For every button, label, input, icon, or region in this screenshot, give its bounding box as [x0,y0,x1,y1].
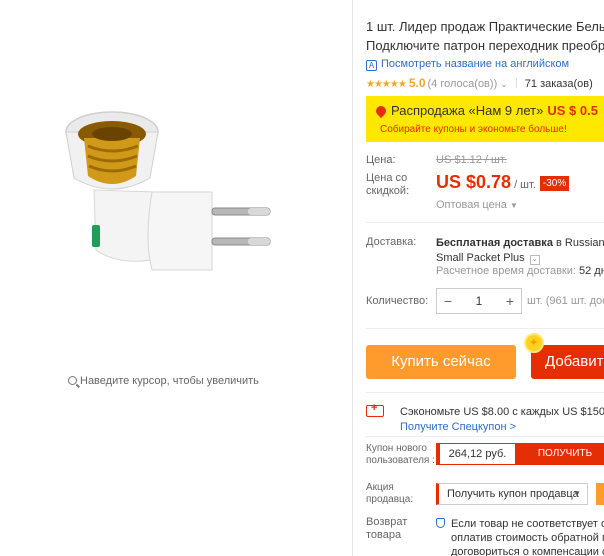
delivery-time: Расчетное время доставки: 52 дн. [436,265,604,277]
new-user-coupon: 264,12 руб. ПОЛУЧИТЬ [436,443,604,465]
quantity-input[interactable]: 1 [459,289,499,313]
coin-icon [524,333,544,353]
shield-icon [436,518,445,528]
special-coupon-link[interactable]: Получите Спецкупон > [400,421,516,433]
divider [366,222,604,223]
get-coupon-button[interactable]: ПОЛУЧИТЬ [515,444,604,464]
divider [366,392,604,393]
rating-value: 5.0 [408,76,426,90]
add-to-cart-button[interactable]: Добавить [531,345,604,379]
quantity-increase-button[interactable]: + [499,289,521,313]
quantity-decrease-button[interactable]: − [437,289,459,313]
promo-subtitle: Собирайте купоны и экономьте больше! [380,124,567,135]
product-image[interactable] [52,100,282,300]
divider [352,0,353,556]
savings-text: Сэкономьте US $8.00 с каждых US $150.00 [400,406,604,418]
location-pin-icon [373,103,389,119]
coupon-icon [366,402,384,417]
coupon-amount: 264,12 руб. [437,444,515,464]
promo-title: Распродажа «Нам 9 лет» [391,103,544,118]
translate-icon: A [366,60,377,71]
buy-now-button[interactable]: Купить сейчас [366,345,516,379]
chevron-down-icon[interactable]: ⌄ [500,79,508,89]
new-price-value: US $0.78 [436,172,512,192]
separator [515,78,517,88]
discount-price-label: Цена со скидкой: [366,172,410,197]
returns-label: Возврат товара [366,516,408,541]
product-info: 1 шт. Лидер продаж Практические Белы Под… [366,0,604,556]
product-gallery: Наведите курсор, чтобы увеличить [0,0,352,556]
magnifier-icon [68,376,77,385]
divider [366,436,604,437]
quantity-stepper: − 1 + [436,288,522,314]
dropdown-icon[interactable]: ⌄ [529,255,540,265]
discount-price: US $0.78/ шт. -30% [436,172,570,193]
translate-title-link[interactable]: A Посмотреть название на английском [366,58,569,71]
orders-count: 71 заказа(ов) [524,78,593,90]
shipping-method[interactable]: Бесплатная доставка в Russian Fe Small P… [436,236,604,266]
zoom-hint: Наведите курсор, чтобы увеличить [68,375,259,387]
old-price: US $1.12 / шт. [436,154,507,166]
rating-stars-icon: ★★★★★ [366,79,407,90]
coupon-side-tab[interactable] [596,483,604,505]
seller-coupon-select[interactable]: Получить купон продавца ▼ [436,483,588,505]
returns-policy: Если товар не соответствует опи оплатив … [436,517,604,556]
price-unit: / шт. [514,179,536,191]
caret-down-icon: ▼ [509,201,518,210]
discount-badge: -30% [539,176,570,191]
promo-price: US $ 0.5 [547,103,598,118]
new-user-coupon-label: Купон нового пользователя : [366,443,435,466]
seller-promo-label: Акция продавца: [366,482,414,505]
price-label: Цена: [366,154,396,166]
divider [366,328,604,329]
shipping-label: Доставка: [366,236,417,248]
product-title: 1 шт. Лидер продаж Практические Белы Под… [366,19,604,53]
wholesale-price-toggle[interactable]: Оптовая цена ▼ [436,199,518,211]
caret-down-icon: ▼ [573,489,581,498]
available-quantity: шт. (961 шт. досту [527,295,604,307]
quantity-label: Количество: [366,295,429,307]
promo-banner[interactable]: Распродажа «Нам 9 лет» US $ 0.5 Собирайте… [366,96,604,142]
votes-count[interactable]: (4 голоса(ов)) [428,78,498,90]
rating-row: ★★★★★ 5.0 (4 голоса(ов)) ⌄ 71 заказа(ов) [366,76,593,90]
